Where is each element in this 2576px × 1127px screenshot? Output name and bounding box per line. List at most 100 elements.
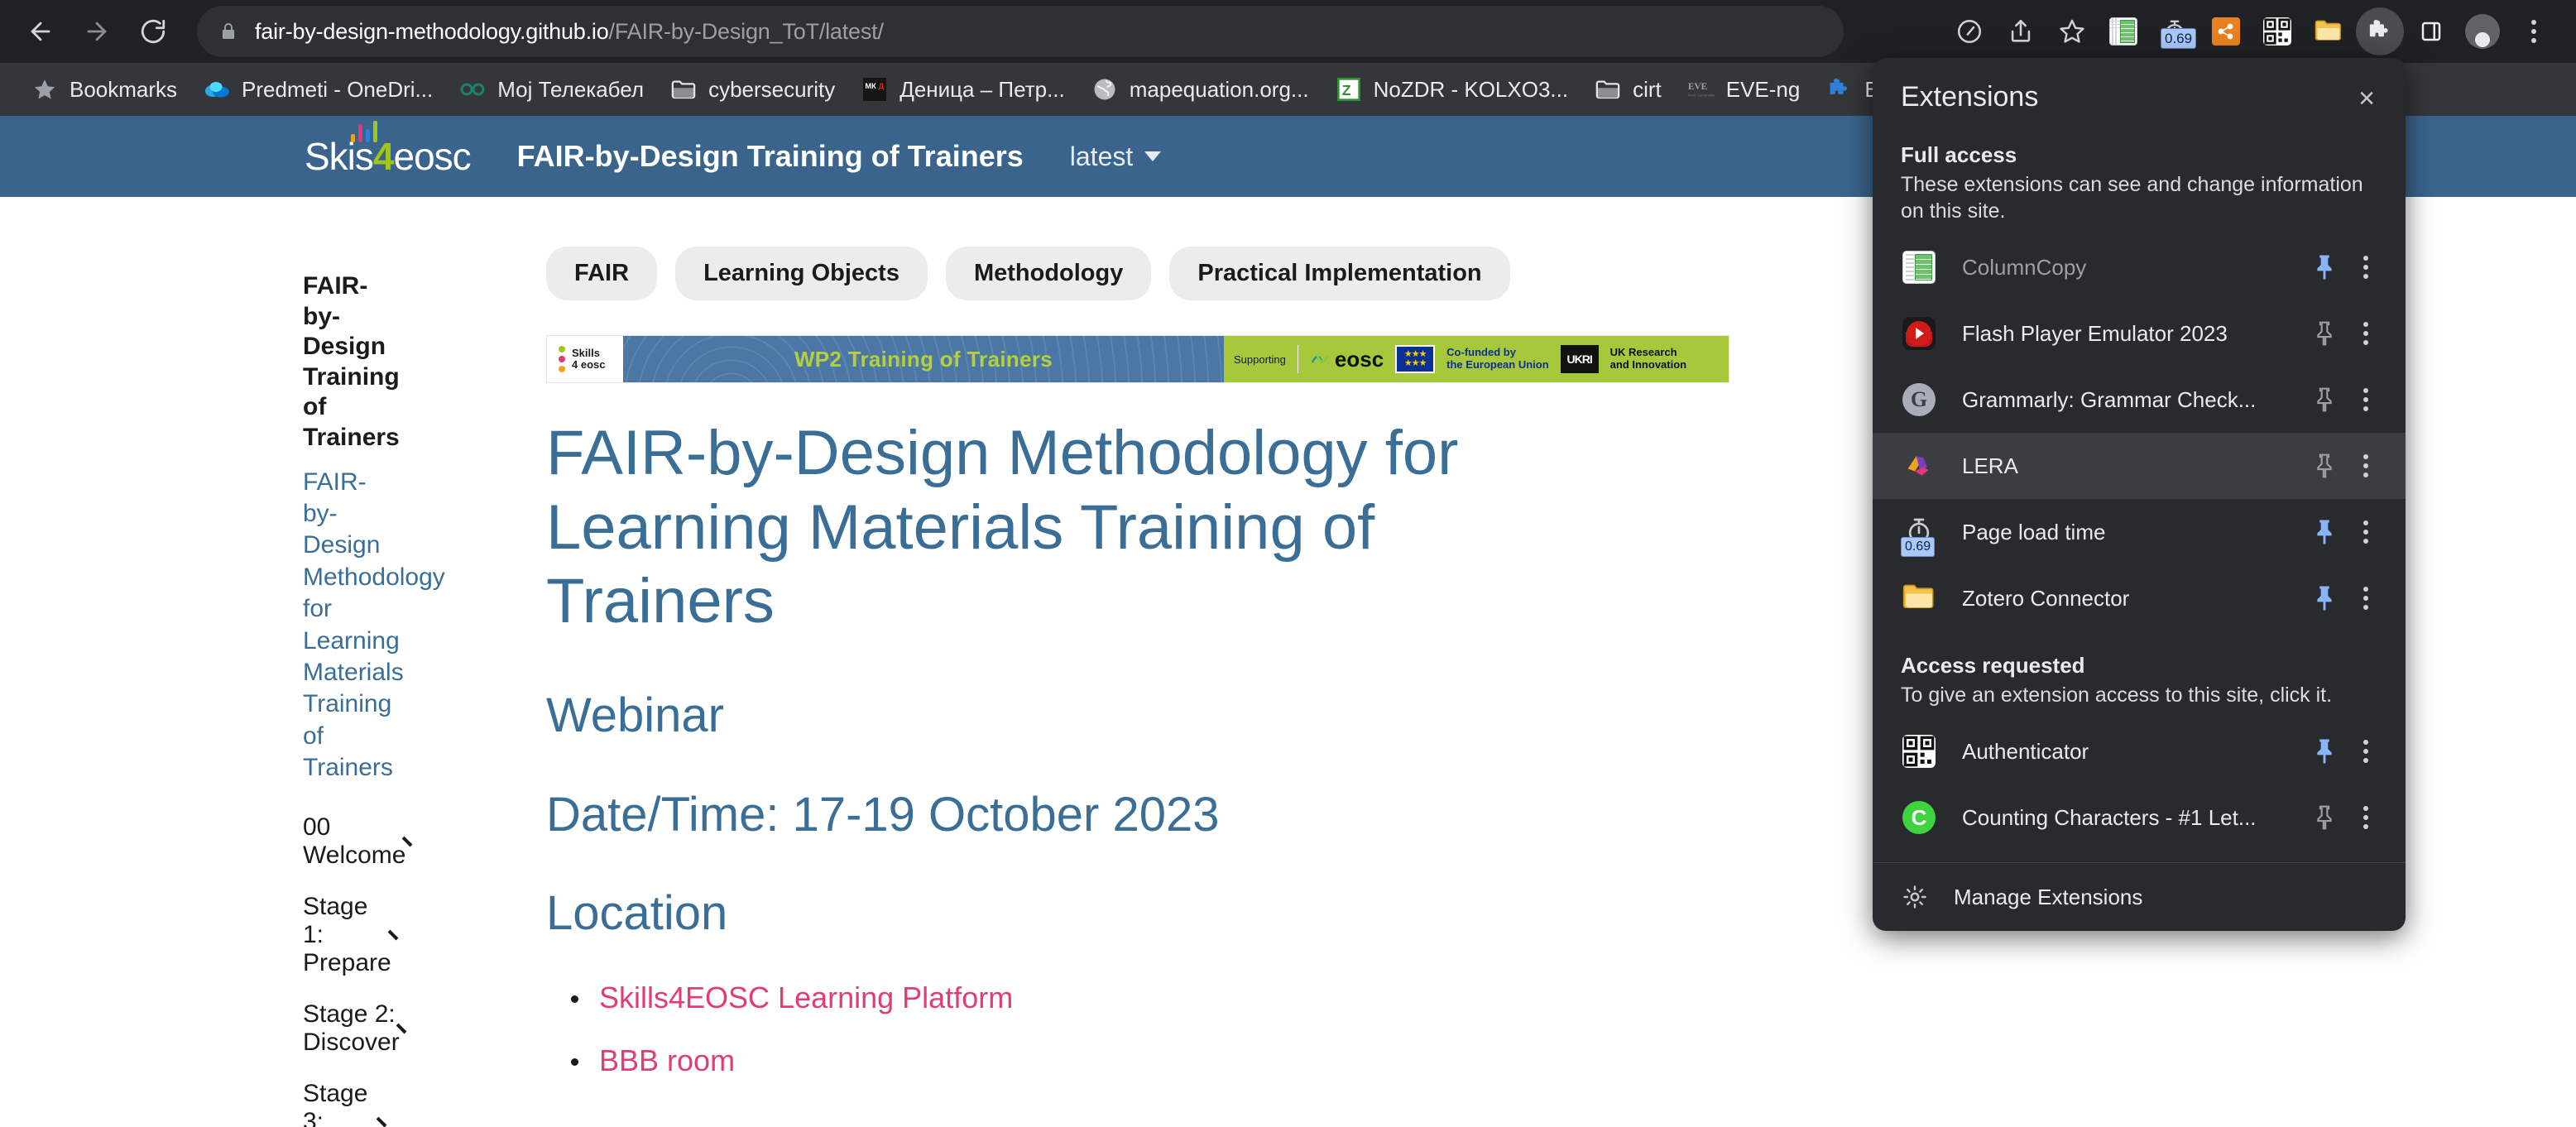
bookmark-item-eve-ng[interactable]: EVE Next Generation EVE-ng: [1675, 68, 1814, 111]
back-arrow-icon[interactable]: [15, 6, 66, 57]
extension-options-icon[interactable]: [2348, 388, 2384, 411]
eu-flag-icon: ★★★ ★★★: [1395, 345, 1436, 373]
version-label: latest: [1069, 141, 1134, 171]
extension-options-icon[interactable]: [2348, 806, 2384, 829]
gear-icon: [1901, 883, 1929, 911]
pin-icon-filled[interactable]: [2301, 738, 2348, 765]
url-path: /FAIR-by-Design_ToT/latest/: [608, 18, 884, 44]
bookmark-item-moj-telekabel[interactable]: Мој Телекабел: [446, 68, 657, 111]
mk-site-icon: МК Д: [861, 76, 888, 103]
flash-player-icon: [1901, 315, 1937, 352]
forward-arrow-icon[interactable]: [71, 6, 122, 57]
extension-name: Page load time: [1962, 519, 2106, 544]
stopwatch-icon: 0.69: [1901, 514, 1937, 557]
link-skills4eosc-learning-platform[interactable]: Skills4EOSC Learning Platform: [599, 981, 1013, 1014]
ukri-logo: UKRI: [1560, 345, 1599, 373]
logo-prefix: Ski: [305, 135, 356, 178]
columncopy-extension-icon[interactable]: [2099, 7, 2147, 55]
pin-icon-outline[interactable]: [2301, 320, 2348, 347]
counting-characters-icon: C: [1901, 799, 1937, 836]
extensions-puzzle-icon[interactable]: [2356, 7, 2404, 55]
bookmark-item-bookmarks[interactable]: Bookmarks: [18, 68, 190, 111]
puzzle-icon: [1826, 76, 1853, 103]
extension-options-icon[interactable]: [2348, 587, 2384, 610]
reload-icon[interactable]: [127, 6, 179, 57]
page-load-time-extension-icon[interactable]: 0.69: [2151, 7, 2199, 55]
extension-row-zotero-connector[interactable]: Zotero Connector: [1873, 565, 2406, 631]
eosc-text: eosc: [1334, 346, 1384, 372]
extension-row-grammarly[interactable]: G Grammarly: Grammar Check...: [1873, 367, 2406, 433]
banner-dots: [559, 346, 565, 372]
version-selector[interactable]: latest: [1069, 141, 1162, 172]
address-bar[interactable]: fair-by-design-methodology.github.io/FAI…: [197, 6, 1844, 57]
extension-options-icon[interactable]: [2348, 520, 2384, 544]
extension-options-icon[interactable]: [2348, 454, 2384, 477]
bookmark-item-cybersecurity[interactable]: cybersecurity: [657, 68, 848, 111]
banner-funders: Supporting eosc ★★★ ★★★ Co-funded by the …: [1224, 336, 1729, 382]
chrome-menu-icon[interactable]: [2510, 7, 2558, 55]
sidebar-active-link[interactable]: FAIR-by-Design Methodology for Learning …: [303, 467, 445, 784]
sidebar-item-stage-3-design[interactable]: Stage 3: Design: [303, 1068, 387, 1127]
close-icon[interactable]: ×: [2349, 81, 2384, 116]
extension-name: Counting Characters - #1 Let...: [1962, 804, 2257, 830]
bookmark-item-nozdr-kolxo3[interactable]: Z NoZDR - KOLXO3...: [1322, 68, 1582, 111]
extension-options-icon[interactable]: [2348, 256, 2384, 279]
pin-icon-filled[interactable]: [2301, 519, 2348, 545]
zotero-connector-extension-icon[interactable]: [2305, 7, 2353, 55]
extension-row-page-load-time[interactable]: 0.69 Page load time: [1873, 499, 2406, 565]
access-requested-description: To give an extension access to this site…: [1901, 683, 2333, 707]
pin-icon-outline[interactable]: [2301, 386, 2348, 413]
svg-text:Z: Z: [1341, 82, 1350, 98]
pin-icon-filled[interactable]: [2301, 254, 2348, 281]
sidebar-item-label: Stage 1: Prepare: [303, 893, 391, 977]
extensions-popup-title: Extensions: [1901, 81, 2039, 113]
sidepanel-icon[interactable]: [2407, 7, 2455, 55]
bookmark-item-cirt[interactable]: cirt: [1581, 68, 1675, 111]
link-bbb-room[interactable]: BBB room: [599, 1043, 735, 1077]
zotero-orange-extension-icon[interactable]: [2202, 7, 2250, 55]
sidebar-item-stage-2-discover[interactable]: Stage 2: Discover: [303, 989, 407, 1068]
manage-extensions-label: Manage Extensions: [1954, 884, 2143, 909]
extension-row-counting-characters[interactable]: C Counting Characters - #1 Let...: [1873, 784, 2406, 851]
bookmark-item-predmeti-onedrive[interactable]: Predmeti - OneDri...: [190, 68, 446, 111]
performance-icon[interactable]: [1945, 7, 1993, 55]
extension-name: Grammarly: Grammar Check...: [1962, 386, 2257, 412]
authenticator-extension-icon[interactable]: [2253, 7, 2301, 55]
sidebar-item-00-welcome[interactable]: 00 Welcome: [303, 802, 413, 881]
extension-row-columncopy[interactable]: ColumnCopy: [1873, 234, 2406, 300]
extension-name: ColumnCopy: [1962, 254, 2087, 280]
extension-options-icon[interactable]: [2348, 322, 2384, 345]
bookmark-item-mapequation[interactable]: mapequation.org...: [1078, 68, 1322, 111]
extension-row-flash-player-emulator-2023[interactable]: Flash Player Emulator 2023: [1873, 300, 2406, 367]
bookmark-item-denicija-petr[interactable]: МК Д Деница – Петр...: [848, 68, 1078, 111]
star-icon: [31, 76, 58, 103]
ukri-line2: and Innovation: [1609, 358, 1687, 371]
bookmark-label: mapequation.org...: [1129, 77, 1309, 102]
pin-icon-outline[interactable]: [2301, 804, 2348, 831]
pin-icon-outline[interactable]: [2301, 453, 2348, 479]
bookmark-label: Predmeti - OneDri...: [242, 77, 434, 102]
bookmark-label: Bookmarks: [70, 77, 178, 102]
extension-row-lera[interactable]: LERA: [1873, 433, 2406, 499]
sidebar-title: FAIR-by-Design Training of Trainers: [303, 272, 400, 451]
extension-name: Authenticator: [1962, 738, 2089, 764]
skills4eosc-logo[interactable]: Ski s 4 eosc: [305, 121, 472, 178]
profile-avatar[interactable]: [2458, 7, 2506, 55]
bookmark-star-icon[interactable]: [2048, 7, 2096, 55]
share-icon[interactable]: [1997, 7, 2045, 55]
tag-pill-methodology[interactable]: Methodology: [945, 247, 1152, 300]
manage-extensions-button[interactable]: Manage Extensions: [1873, 863, 2406, 931]
bookmark-label: Деница – Петр...: [899, 77, 1065, 102]
tag-pill-practical-implementation[interactable]: Practical Implementation: [1169, 247, 1510, 300]
tag-pill-fair[interactable]: FAIR: [546, 247, 658, 300]
extension-row-authenticator[interactable]: Authenticator: [1873, 718, 2406, 784]
pin-icon-filled[interactable]: [2301, 585, 2348, 611]
wp2-banner-image: Skills 4 eosc WP2 Training of Trainers S…: [546, 335, 1729, 383]
sidebar-item-stage-1-prepare[interactable]: Stage 1: Prepare: [303, 881, 399, 989]
tag-pill-learning-objects[interactable]: Learning Objects: [675, 247, 928, 300]
bookmark-label: EVE-ng: [1725, 77, 1801, 102]
extension-options-icon[interactable]: [2348, 740, 2384, 763]
bookmark-label: cirt: [1633, 77, 1662, 102]
zotero-folder-icon: [1901, 580, 1937, 616]
extensions-popup-header: Extensions ×: [1873, 58, 2406, 124]
